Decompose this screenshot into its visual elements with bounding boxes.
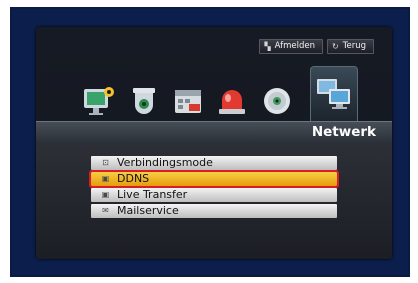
schedule-icon[interactable] xyxy=(169,81,207,121)
menu-panel: ⊡ Verbindingsmode ▣ DDNS ▣ Live Transfer… xyxy=(36,144,392,259)
menu-item-live-transfer[interactable]: ▣ Live Transfer xyxy=(91,188,337,202)
monitor-settings-icon[interactable] xyxy=(80,81,118,121)
menu-item-mailservice[interactable]: ✉ Mailservice xyxy=(91,204,337,218)
menu-item-label: Mailservice xyxy=(117,204,179,217)
disc-icon[interactable] xyxy=(258,81,296,121)
logout-button[interactable]: ▚ Afmelden xyxy=(259,39,324,54)
menu-item-verbindingsmode[interactable]: ⊡ Verbindingsmode xyxy=(91,156,337,170)
monitor-frame: ▚ Afmelden ↻ Terug Netwerk ⊡ Verbindings… xyxy=(10,7,410,277)
network-icon[interactable] xyxy=(309,66,359,121)
menu-item-ddns[interactable]: ▣ DDNS xyxy=(89,170,339,188)
section-title: Netwerk xyxy=(311,124,376,140)
menu-item-label: DDNS xyxy=(117,172,150,185)
section-tab-bar: Netwerk xyxy=(36,121,392,145)
menu-item-label: Verbindingsmode xyxy=(117,156,213,169)
back-label: Terug xyxy=(342,41,366,51)
logout-label: Afmelden xyxy=(274,41,316,51)
camera-icon[interactable] xyxy=(124,81,162,121)
connection-icon: ⊡ xyxy=(102,158,109,167)
menu-item-label: Live Transfer xyxy=(117,188,188,201)
dvr-screen: ▚ Afmelden ↻ Terug Netwerk ⊡ Verbindings… xyxy=(36,27,392,259)
back-icon: ↻ xyxy=(332,42,339,51)
mail-icon: ✉ xyxy=(102,206,109,215)
network-menu: ⊡ Verbindingsmode ▣ DDNS ▣ Live Transfer… xyxy=(89,156,339,218)
back-button[interactable]: ↻ Terug xyxy=(327,39,374,54)
logout-icon: ▚ xyxy=(264,42,271,51)
transfer-icon: ▣ xyxy=(101,190,110,199)
category-icon-bar xyxy=(80,65,364,121)
top-toolbar: ▚ Afmelden ↻ Terug xyxy=(259,39,374,54)
alarm-icon[interactable] xyxy=(213,81,251,121)
ddns-icon: ▣ xyxy=(101,174,110,183)
